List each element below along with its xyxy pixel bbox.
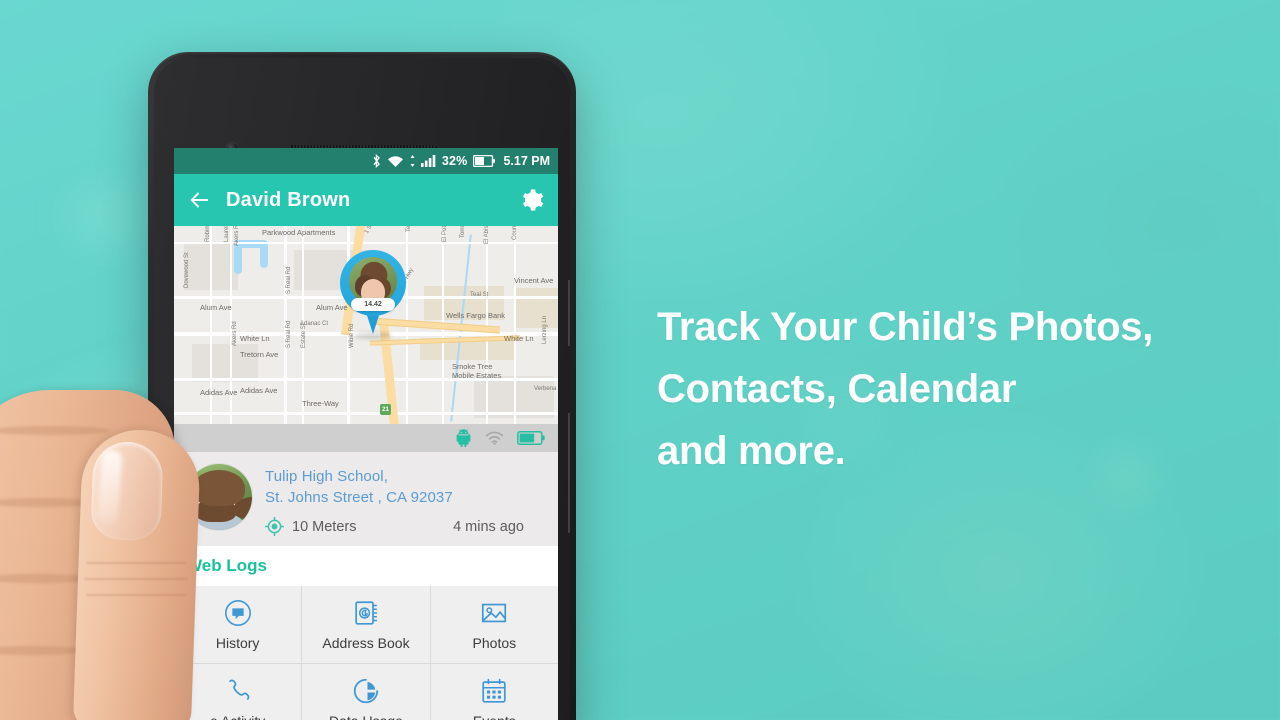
map-water	[260, 240, 268, 268]
map-highway-shield: 21	[380, 404, 391, 415]
page-title: David Brown	[226, 188, 351, 211]
events-calendar-icon	[482, 678, 506, 703]
power-button[interactable]	[568, 413, 570, 533]
clock-label: 5.17 PM	[503, 154, 550, 168]
map-street-label: Wells Fargo Bank	[446, 311, 506, 320]
timestamp-label: 4 mins ago	[453, 518, 524, 535]
battery-icon	[517, 431, 545, 445]
map-street-label: Three-Way	[302, 399, 339, 408]
hand-holding-phone	[0, 330, 300, 720]
wifi-icon	[485, 431, 504, 445]
map-street-label: Terra Grande St	[406, 226, 412, 232]
app-bar: David Brown	[174, 174, 558, 226]
map-location-pin[interactable]: 14.42	[340, 250, 406, 339]
wifi-icon	[387, 155, 403, 167]
headline-line-3: and more.	[657, 429, 846, 473]
photos-icon	[482, 603, 507, 623]
map-street-label: White Ln	[504, 334, 534, 343]
map-street-label: Estate St	[301, 323, 307, 348]
map-street-label: S Real Rd	[286, 266, 292, 294]
promo-headline: Track Your Child’s Photos, Contacts, Cal…	[657, 296, 1257, 482]
headline-line-1: Track Your Child’s Photos,	[657, 305, 1154, 349]
back-arrow-icon[interactable]	[188, 189, 210, 211]
grid-label-data-usage: Data Usage	[329, 713, 403, 720]
location-line-2: St. Johns Street , CA 92037	[265, 489, 453, 506]
address-book-icon	[355, 601, 378, 625]
map-street-label: El Abisal St	[484, 226, 490, 244]
map-street-label: Lerzing Ln	[542, 315, 548, 344]
map-street-label: Vincent Ave	[514, 276, 554, 285]
map-street-label: Verbena	[534, 386, 557, 392]
map-street-label: Mobile Estates	[452, 371, 502, 380]
data-usage-icon	[353, 678, 379, 704]
map-land-parcel	[514, 288, 558, 328]
grid-label-photos: Photos	[472, 635, 517, 651]
thumb-wrinkle	[86, 562, 186, 564]
volume-button[interactable]	[568, 280, 570, 346]
headline-line-2: Contacts, Calendar	[657, 367, 1017, 411]
wifi-transfer-arrows-icon	[410, 155, 415, 167]
grid-label-address-book: Address Book	[322, 635, 410, 651]
battery-icon	[473, 155, 496, 167]
gear-icon[interactable]	[518, 187, 544, 213]
map-street-label: Laurel Way	[224, 226, 230, 242]
map-street-label: Dovewood St	[184, 252, 190, 288]
grid-item-address-book[interactable]: Address Book	[302, 586, 430, 663]
map-street-label: Robinwood	[205, 226, 211, 242]
battery-percent-label: 32%	[441, 154, 468, 168]
pin-label: 14.42	[351, 298, 395, 311]
map-street-label: Teal St	[470, 292, 489, 298]
map-road	[514, 226, 516, 424]
location-line-1: Tulip High School,	[265, 468, 388, 485]
grid-item-data-usage[interactable]: Data Usage	[302, 664, 430, 720]
map-street-label: Torres Ln	[460, 226, 466, 238]
map-street-label: Parkwood Apartments	[262, 228, 336, 237]
grid-label-events: Events	[473, 713, 516, 720]
map-street-label: Alum Ave	[200, 303, 232, 312]
location-details: Tulip High School, St. Johns Street , CA…	[265, 464, 546, 536]
bluetooth-icon	[373, 154, 380, 168]
map-street-label: Smoke Tree	[452, 362, 493, 371]
location-meta-row: 10 Meters 4 mins ago	[265, 517, 546, 536]
grid-item-events[interactable]: Events	[430, 664, 558, 720]
status-bar: 32% 5.17 PM	[174, 148, 558, 174]
signal-bars-icon	[420, 155, 436, 167]
map-street-label: Akers Rd	[234, 226, 240, 246]
grid-item-photos[interactable]: Photos	[430, 586, 558, 663]
thumb-wrinkle	[84, 578, 188, 580]
map-street-label: County St	[512, 226, 518, 240]
android-robot-icon	[456, 429, 471, 447]
thumb-wrinkle	[86, 594, 186, 596]
map-street-label: El Potrero	[442, 226, 448, 242]
accuracy-label: 10 Meters	[292, 518, 357, 535]
